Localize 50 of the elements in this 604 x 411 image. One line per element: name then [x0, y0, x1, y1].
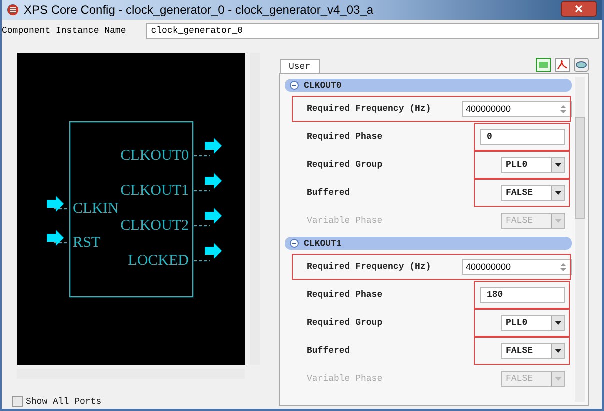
section-title: CLKOUT0 — [304, 80, 342, 90]
caret-icon — [554, 191, 562, 195]
field-label: Required Group — [307, 318, 383, 328]
dropdown[interactable]: PLL0 — [501, 315, 565, 331]
input-port-label: RST — [73, 235, 101, 251]
field-label: Variable Phase — [307, 374, 383, 384]
caret-icon — [554, 219, 562, 223]
collapse-icon[interactable] — [290, 239, 299, 248]
window-title: XPS Core Config - clock_generator_0 - clock_generator_v4_03_a — [24, 3, 374, 17]
spinner-arrows-icon[interactable] — [559, 262, 568, 272]
field-label: Required Frequency (Hz) — [307, 262, 432, 272]
dropdown[interactable]: FALSE — [501, 185, 565, 201]
checkbox-label: Show All Ports — [26, 396, 102, 406]
field-label: Buffered — [307, 346, 350, 356]
output-port-label: CLKOUT1 — [120, 183, 189, 199]
collapse-icon[interactable] — [290, 81, 299, 90]
scrollbar[interactable] — [575, 77, 585, 402]
output-port-label: CLKOUT2 — [120, 218, 189, 234]
field-label: Required Phase — [307, 132, 383, 142]
caret-icon — [554, 349, 562, 353]
output-port-label: LOCKED — [128, 253, 189, 269]
dropdown[interactable]: FALSE — [501, 343, 565, 359]
section-header[interactable]: CLKOUT0 — [285, 79, 572, 92]
frequency-spin-field[interactable]: 400000000 — [462, 259, 572, 275]
field-label: Required Group — [307, 160, 383, 170]
document-icon[interactable] — [536, 58, 551, 72]
phase-field[interactable]: 0 — [480, 129, 565, 145]
caret-icon — [554, 163, 562, 167]
spinner-arrows-icon[interactable] — [559, 104, 568, 114]
show-all-ports-checkbox[interactable] — [12, 396, 23, 407]
section-title: CLKOUT1 — [304, 238, 342, 248]
close-icon — [575, 4, 583, 12]
field-label: Buffered — [307, 188, 350, 198]
frequency-spin-field[interactable]: 400000000 — [462, 101, 572, 117]
input-port-label: CLKIN — [73, 201, 119, 217]
tab[interactable]: User — [280, 59, 320, 73]
field-label: Required Frequency (Hz) — [307, 104, 432, 114]
dropdown[interactable]: PLL0 — [501, 157, 565, 173]
phase-field[interactable]: 180 — [480, 287, 565, 303]
caret-icon — [554, 321, 562, 325]
field-label: Required Phase — [307, 290, 383, 300]
instance-name-field[interactable]: clock_generator_0 — [146, 23, 599, 39]
app-logo-icon — [7, 4, 19, 16]
output-port-label: CLKOUT0 — [120, 148, 189, 164]
instance-name-label: Component Instance Name — [2, 26, 126, 36]
pdf-document-icon[interactable] — [555, 58, 570, 72]
caret-icon — [554, 377, 562, 381]
close-button[interactable] — [561, 0, 597, 16]
section-header[interactable]: CLKOUT1 — [285, 237, 572, 250]
field-label: Variable Phase — [307, 216, 383, 226]
